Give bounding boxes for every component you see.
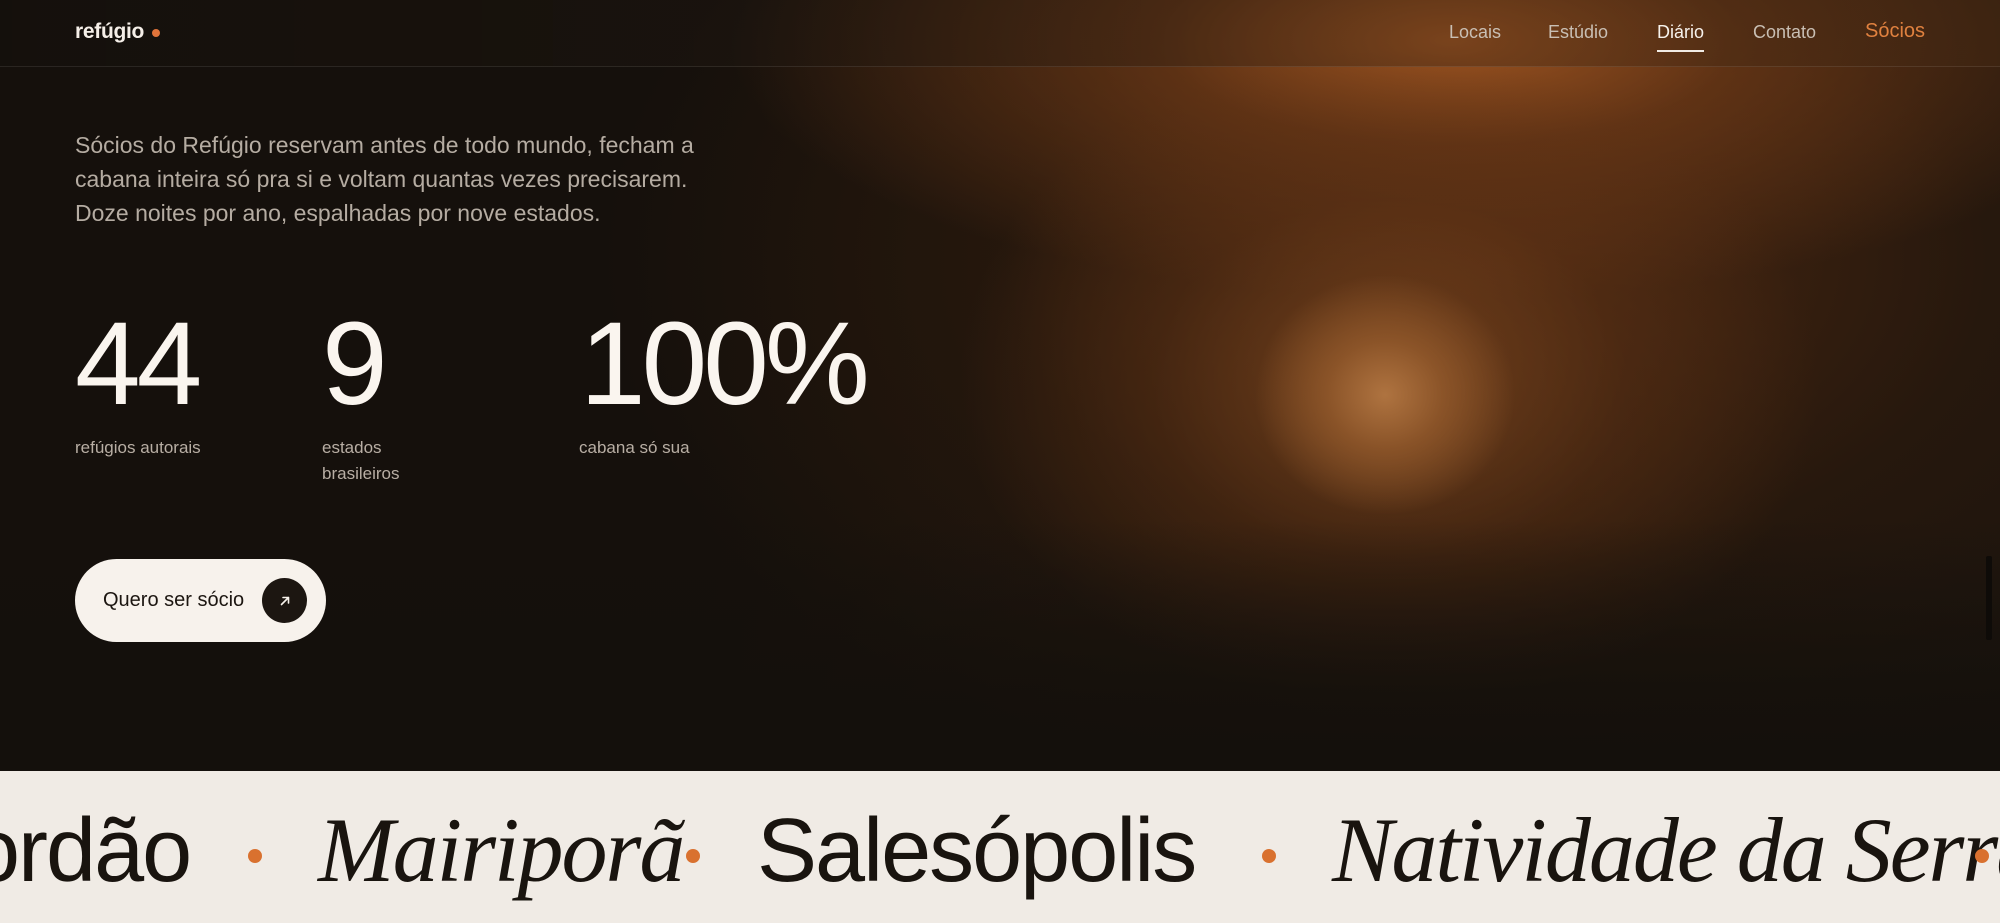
locations-marquee: ordão Mairiporã Salesópolis Natividade d… — [0, 771, 2000, 923]
cta-button-label: Quero ser sócio — [103, 589, 245, 611]
marquee-separator-dot-icon — [1262, 849, 1276, 863]
top-navbar: refúgio Locais Estúdio Diário Contato Só… — [0, 0, 2000, 67]
hero-section: refúgio Locais Estúdio Diário Contato Só… — [0, 0, 2000, 771]
marquee-location: ordão — [0, 801, 192, 901]
active-nav-underline — [1657, 50, 1705, 52]
nav-link-contato[interactable]: Contato — [1753, 22, 1816, 43]
marquee-separator-dot-icon — [686, 849, 700, 863]
brand-logo[interactable]: refúgio — [75, 20, 161, 44]
hero-intro-text: Sócios do Refúgio reservam antes de todo… — [75, 132, 694, 226]
stat-label-estados: estados brasileiros — [322, 438, 400, 483]
marquee-location: Natividade da Serra — [1332, 799, 2000, 901]
brand-dot-icon — [152, 29, 161, 37]
hero-image-fade — [0, 520, 2000, 771]
stat-value-cabana: 100% — [580, 298, 870, 430]
stat-value-refugios: 44 — [75, 298, 202, 430]
stat-value-estados: 9 — [322, 298, 388, 430]
arrow-up-right-icon — [262, 578, 307, 623]
nav-link-diario-label: Diário — [1657, 22, 1705, 42]
nav-link-estudio[interactable]: Estúdio — [1548, 22, 1608, 43]
quero-ser-socio-button[interactable]: Quero ser sócio — [75, 559, 326, 642]
scroll-indicator[interactable] — [1986, 556, 1992, 640]
marquee-separator-dot-icon — [1975, 849, 1989, 863]
marquee-separator-dot-icon — [248, 849, 262, 863]
brand-name: refúgio — [75, 20, 145, 43]
nav-link-diario[interactable]: Diário — [1657, 22, 1705, 52]
stat-label-cabana: cabana só sua — [579, 438, 690, 457]
marquee-location: Salesópolis — [757, 801, 1197, 901]
nav-link-locais[interactable]: Locais — [1449, 22, 1501, 43]
marquee-location: Mairiporã — [318, 799, 685, 901]
stat-label-refugios: refúgios autorais — [75, 438, 201, 457]
nav-cta-socios[interactable]: Sócios — [1865, 20, 1925, 43]
